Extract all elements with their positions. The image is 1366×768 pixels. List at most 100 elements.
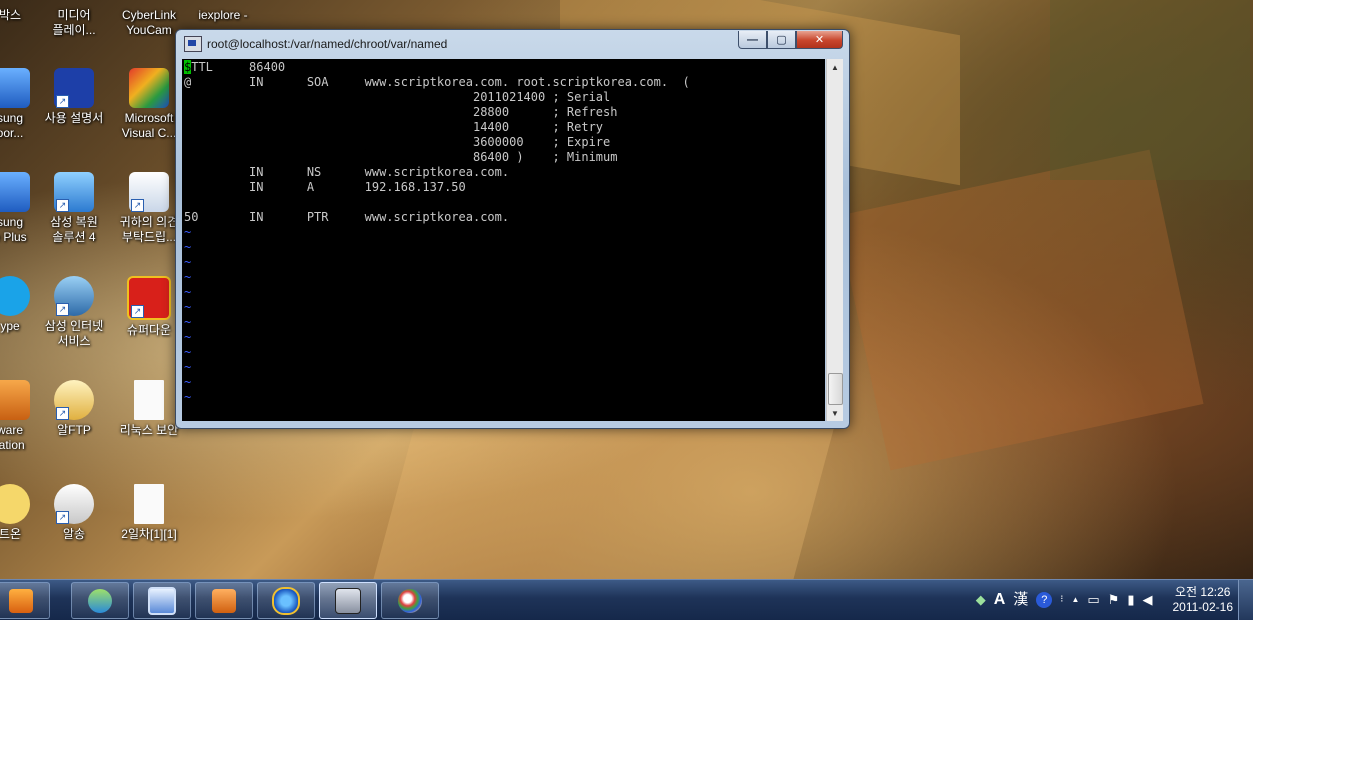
desktop-icon-label: oor... xyxy=(0,126,24,140)
shortcut-arrow-icon: ↗ xyxy=(131,305,144,318)
desktop-icon-label: 슈퍼다운 xyxy=(126,323,172,337)
terminal-empty-line: ~ xyxy=(184,315,192,329)
shortcut-arrow-icon: ↗ xyxy=(56,95,69,108)
desktop-icon-label: tation xyxy=(0,438,25,452)
shortcut-arrow-icon: ↗ xyxy=(56,303,69,316)
desktop-icon-label: iexplore - xyxy=(198,8,248,22)
taskbar: ◆ A 漢 ? ⁝ ▲ ▭ ⚑ ▮ ◀ 오전 12:26 2011-02-16 xyxy=(0,579,1253,620)
desktop-icon[interactable]: 미디어 플레이... xyxy=(39,8,109,38)
desktop-icon-label: Microsoft xyxy=(124,111,174,125)
taskbar-messenger[interactable] xyxy=(71,582,129,619)
power-icon[interactable]: ▮ xyxy=(1127,592,1134,608)
shortcut-arrow-icon: ↗ xyxy=(56,407,69,420)
ime-options-icon[interactable]: ⁝ xyxy=(1060,592,1063,608)
taskbar-remote-desktop[interactable] xyxy=(133,582,191,619)
taskbar-internet-explorer[interactable] xyxy=(257,582,315,619)
paint-icon xyxy=(398,588,422,613)
action-center-flag-icon[interactable]: ⚑ xyxy=(1108,592,1120,608)
desktop-icon[interactable]: CyberLink YouCam xyxy=(114,8,184,38)
desktop-icon-label: 사용 설명서 xyxy=(44,111,104,125)
desktop-icon-label: 리눅스 보안 xyxy=(119,423,179,437)
language-bar-icon[interactable]: ◆ xyxy=(976,592,986,608)
desktop-icon-label: 미디어 xyxy=(57,8,91,22)
terminal-empty-line: ~ xyxy=(184,360,192,374)
desktop-icon[interactable]: 2일차[1][1] xyxy=(114,484,184,542)
clock[interactable]: 오전 12:26 2011-02-16 xyxy=(1173,585,1234,615)
desktop-icon[interactable]: ↗ 알FTP xyxy=(39,380,109,438)
terminal-line: 3600000 ; Expire xyxy=(184,135,611,149)
putty-icon xyxy=(184,36,202,52)
input-mode-a[interactable]: A xyxy=(994,592,1006,608)
terminal-window[interactable]: root@localhost:/var/named/chroot/var/nam… xyxy=(175,29,850,429)
desktop-icon-label: 삼성 복원 xyxy=(50,215,98,229)
maximize-button[interactable]: ▢ xyxy=(767,31,796,49)
desktop-icon[interactable]: 리눅스 보안 xyxy=(114,380,184,438)
remote-desktop-icon xyxy=(148,586,176,615)
alftp-icon: ↗ xyxy=(54,380,94,420)
desktop-icon-label: Visual C... xyxy=(121,126,177,140)
desktop-icon-label: 알송 xyxy=(62,527,86,541)
terminal-line: IN NS www.scriptkorea.com. xyxy=(184,165,510,179)
network-icon[interactable]: ▭ xyxy=(1087,592,1099,608)
show-desktop-button[interactable] xyxy=(1238,580,1253,620)
shortcut-arrow-icon: ↗ xyxy=(56,199,69,212)
nateon-icon xyxy=(0,484,30,524)
window-titlebar[interactable]: root@localhost:/var/named/chroot/var/nam… xyxy=(184,35,447,53)
taskbar-paint[interactable] xyxy=(381,582,439,619)
desktop-icon[interactable]: ↗ 귀하의 의견 부탁드립... xyxy=(114,172,184,245)
internet-explorer-icon xyxy=(272,586,300,615)
help-icon: ↗ xyxy=(54,68,94,108)
document-icon xyxy=(134,484,164,524)
desktop-icon[interactable]: ↗ 사용 설명서 xyxy=(39,68,109,126)
terminal-empty-line: ~ xyxy=(184,390,192,404)
scroll-thumb[interactable] xyxy=(828,373,843,405)
taskbar-putty[interactable] xyxy=(319,582,377,619)
desktop-icon[interactable]: ↗ 삼성 인터넷 서비스 xyxy=(39,276,109,349)
terminal-content[interactable]: $TTL 86400 @ IN SOA www.scriptkorea.com.… xyxy=(182,59,825,421)
terminal-empty-line: ~ xyxy=(184,375,192,389)
terminal-empty-line: ~ xyxy=(184,255,192,269)
terminal-line: 28800 ; Refresh xyxy=(184,105,618,119)
desktop-icon[interactable]: iexplore - xyxy=(188,8,258,23)
visual-studio-icon xyxy=(129,68,169,108)
close-button[interactable]: ✕ xyxy=(796,31,843,49)
taskbar-media-player[interactable] xyxy=(0,582,50,619)
show-hidden-icons[interactable]: ▲ xyxy=(1071,592,1079,608)
terminal-line: IN A 192.168.137.50 xyxy=(184,180,466,194)
desktop-icon-label: 삼성 인터넷 xyxy=(44,319,104,333)
scroll-down-icon[interactable]: ▼ xyxy=(827,405,843,421)
input-mode-hanja[interactable]: 漢 xyxy=(1013,592,1028,608)
volume-icon[interactable]: ◀ xyxy=(1143,592,1153,608)
desktop-icon[interactable]: ↗ 삼성 복원 솔루션 4 xyxy=(39,172,109,245)
terminal-empty-line: ~ xyxy=(184,225,192,239)
desktop-icon-label: 플레이... xyxy=(52,23,96,37)
shortcut-arrow-icon: ↗ xyxy=(56,511,69,524)
restore-icon: ↗ xyxy=(54,172,94,212)
desktop-icon[interactable]: Microsoft Visual C... xyxy=(114,68,184,141)
terminal-line: 86400 ) ; Minimum xyxy=(184,150,618,164)
internet-service-icon: ↗ xyxy=(54,276,94,316)
scroll-up-icon[interactable]: ▲ xyxy=(827,59,843,75)
terminal-line: 2011021400 ; Serial xyxy=(184,90,611,104)
terminal-line: 14400 ; Retry xyxy=(184,120,604,134)
desktop-icon[interactable]: ↗ 슈퍼다운 xyxy=(114,276,184,338)
media-player-icon xyxy=(9,588,33,613)
desktop-icon-label: 알FTP xyxy=(57,423,91,437)
vertical-scrollbar[interactable]: ▲ ▼ xyxy=(826,59,843,421)
samsung-icon xyxy=(0,68,30,108)
minimize-button[interactable]: — xyxy=(738,31,767,49)
desktop-icon-label: 부탁드립... xyxy=(121,230,177,244)
alsong-icon: ↗ xyxy=(54,484,94,524)
messenger-icon xyxy=(88,588,112,613)
desktop-icon-label: 귀하의 의견 xyxy=(119,215,179,229)
system-tray: ◆ A 漢 ? ⁝ ▲ ▭ ⚑ ▮ ◀ 오전 12:26 2011-02-16 xyxy=(976,580,1233,620)
help-icon[interactable]: ? xyxy=(1036,592,1053,608)
window-controls: — ▢ ✕ xyxy=(738,31,843,49)
terminal-line: $TTL 86400 xyxy=(184,60,286,74)
terminal-empty-line: ~ xyxy=(184,270,192,284)
desktop-icon[interactable]: ↗ 알송 xyxy=(39,484,109,542)
terminal-empty-line: ~ xyxy=(184,240,192,254)
taskbar-vmware[interactable] xyxy=(195,582,253,619)
desktop-icon-label: CyberLink xyxy=(121,8,177,22)
